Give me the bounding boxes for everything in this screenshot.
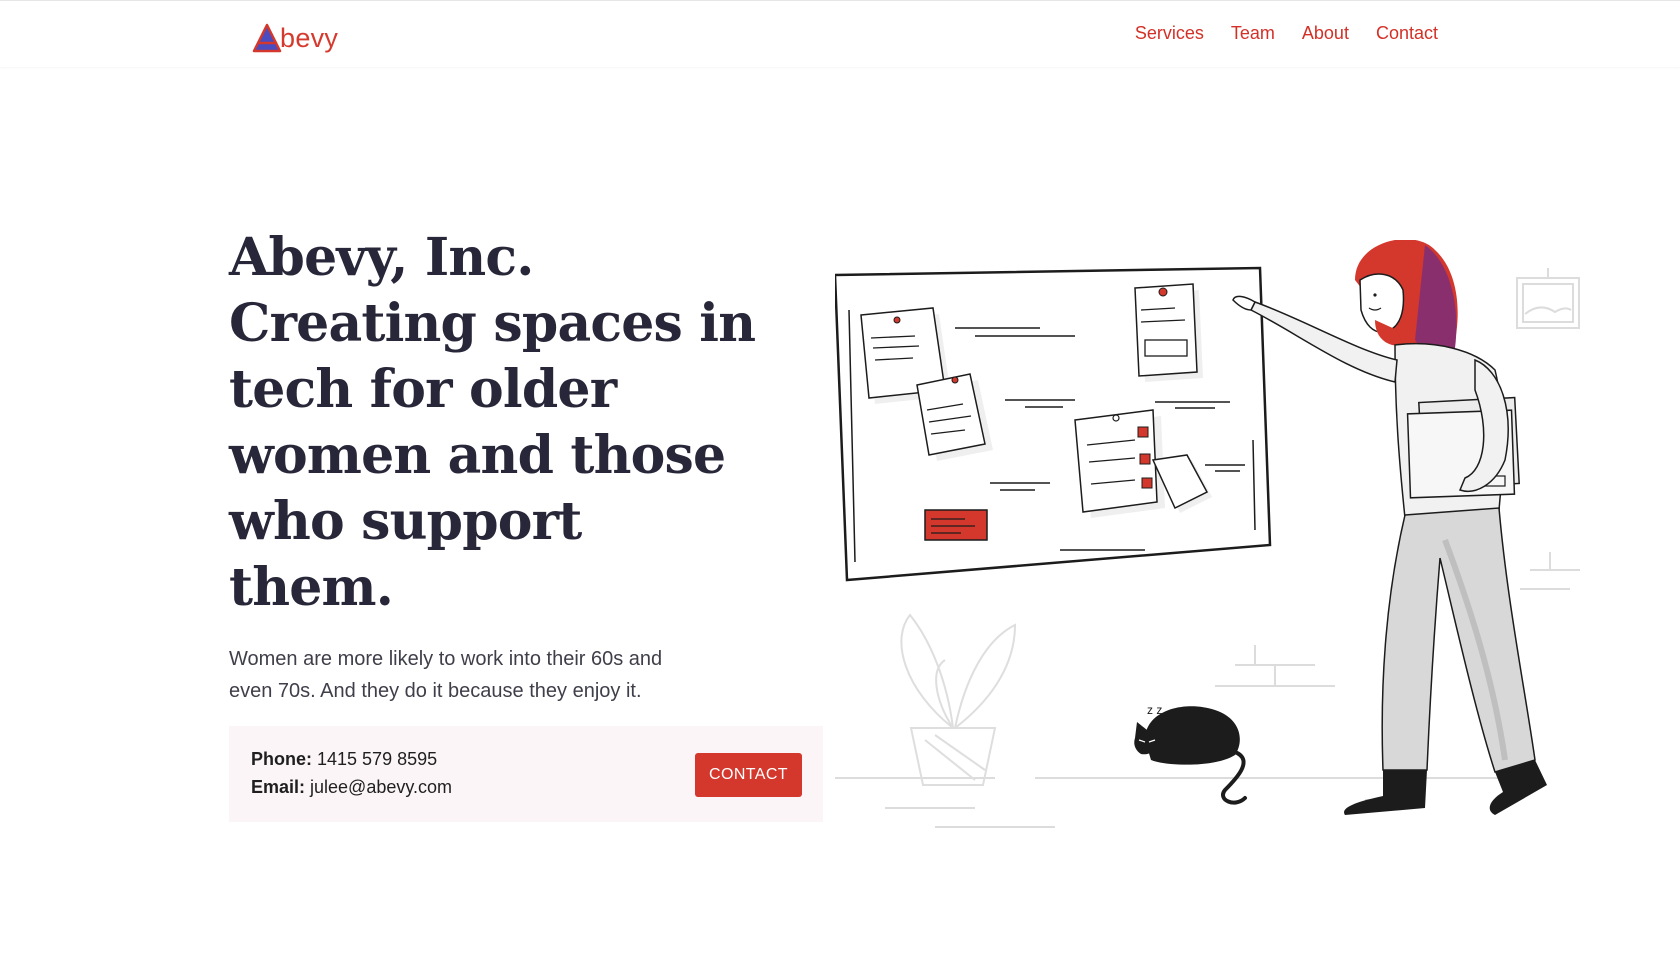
hero-title: Abevy, Inc. Creating spaces in tech for … bbox=[229, 225, 756, 621]
plant-icon bbox=[900, 613, 1017, 786]
email-value: julee@abevy.com bbox=[310, 777, 453, 797]
contact-box: Phone: 1415 579 8595 Email: julee@abevy.co… bbox=[229, 726, 823, 822]
email-line: Email: julee@abevy.com bbox=[251, 777, 452, 798]
hero-illustration: z z bbox=[833, 239, 1595, 865]
hero-title-line: who support bbox=[229, 491, 582, 552]
nav-item-about[interactable]: About bbox=[1302, 23, 1349, 44]
hero-title-line: women and those bbox=[229, 425, 726, 486]
contact-button[interactable]: CONTACT bbox=[695, 753, 802, 797]
whiteboard-icon bbox=[833, 266, 1272, 582]
nav-item-services[interactable]: Services bbox=[1135, 23, 1204, 44]
hero-title-line: tech for older bbox=[229, 359, 617, 420]
hero-title-line: them. bbox=[229, 557, 394, 618]
phone-value: 1415 579 8595 bbox=[317, 749, 438, 769]
zzz-icon: z z bbox=[1147, 703, 1162, 717]
logo-triangle-icon bbox=[252, 23, 282, 53]
picture-frame-icon bbox=[1516, 268, 1580, 329]
woman-pointing-icon bbox=[1232, 239, 1547, 815]
nav-item-team[interactable]: Team bbox=[1231, 23, 1275, 44]
logo[interactable]: bevy bbox=[252, 17, 338, 53]
phone-label: Phone: bbox=[251, 749, 312, 769]
phone-line: Phone: 1415 579 8595 bbox=[251, 749, 437, 770]
hero-title-line: Abevy, Inc. bbox=[229, 227, 534, 288]
site-header: bevy Services Team About Contact bbox=[0, 1, 1680, 67]
nav-item-contact[interactable]: Contact bbox=[1376, 23, 1438, 44]
sleeping-cat-icon: z z bbox=[1134, 703, 1247, 805]
hero-subtitle: Women are more likely to work into their… bbox=[229, 648, 663, 702]
email-label: Email: bbox=[251, 777, 306, 797]
logo-text: bevy bbox=[280, 23, 339, 53]
hero-title-line: Creating spaces in bbox=[229, 293, 756, 354]
main-nav: Services Team About Contact bbox=[1135, 23, 1438, 44]
